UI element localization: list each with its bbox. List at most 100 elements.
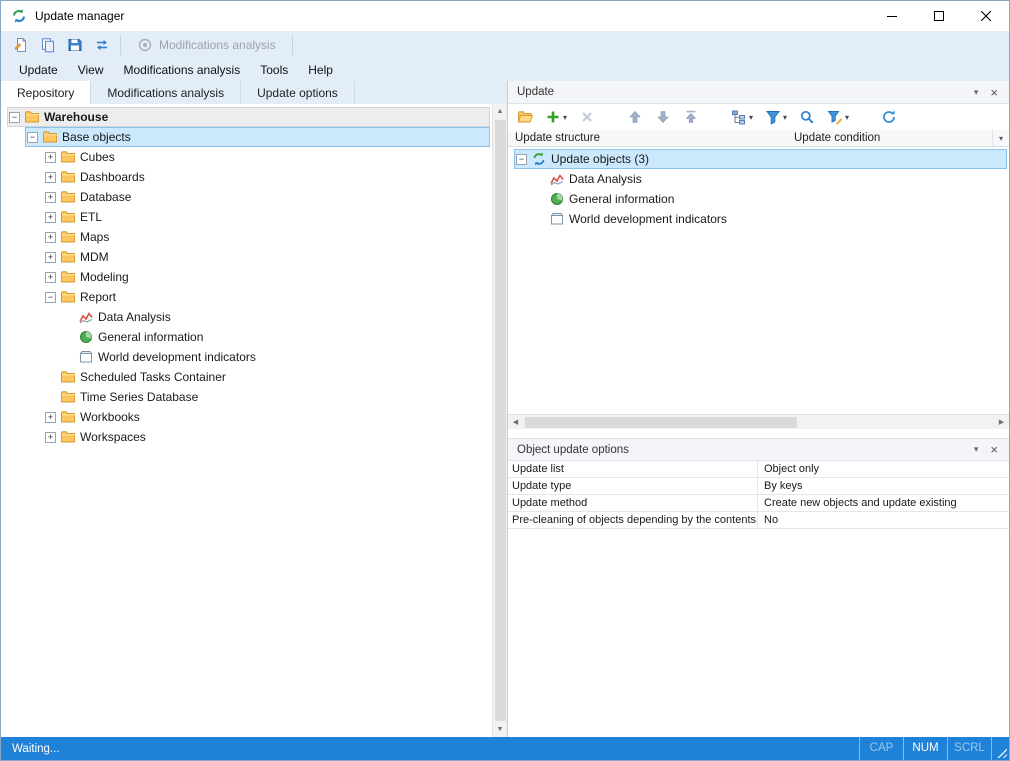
filter-button[interactable]: ▾ (762, 106, 790, 128)
move-up-button[interactable] (624, 106, 646, 128)
folder-icon (60, 149, 76, 165)
chart-icon (78, 309, 94, 325)
collapse-expander-icon[interactable]: − (9, 112, 20, 123)
folder-icon (60, 269, 76, 285)
open-folder-button[interactable] (514, 106, 536, 128)
scroll-left-icon[interactable]: ◀ (508, 418, 523, 426)
add-object-button[interactable]: ▾ (542, 106, 570, 128)
panel-close-icon[interactable]: × (985, 85, 1003, 100)
update-panel: Update ▾ × ▾▾▾▾ Update structure Update … (508, 81, 1009, 737)
panel-close-icon[interactable]: × (985, 442, 1003, 457)
tree-item-world-development-indicators[interactable]: World development indicators (1, 347, 492, 367)
expand-expander-icon[interactable]: + (45, 272, 56, 283)
filter-settings-button[interactable]: ▾ (824, 106, 852, 128)
expand-expander-icon[interactable]: + (45, 152, 56, 163)
menu-view[interactable]: View (68, 58, 114, 81)
tab-update-options[interactable]: Update options (241, 81, 355, 104)
tree-item-update-objects-3[interactable]: −Update objects (3) (508, 149, 1009, 169)
column-update-condition[interactable]: Update condition (790, 132, 992, 144)
panel-splitter[interactable] (508, 429, 1009, 438)
expand-expander-icon[interactable]: + (45, 192, 56, 203)
column-update-structure[interactable]: Update structure (508, 132, 790, 144)
tree-item-data-analysis[interactable]: Data Analysis (1, 307, 492, 327)
option-label: Pre-cleaning of objects depending by the… (508, 512, 758, 528)
resize-grip[interactable] (991, 737, 1009, 760)
tree-item-mdm[interactable]: +MDM (1, 247, 492, 267)
move-down-button[interactable] (652, 106, 674, 128)
column-headers: Update structure Update condition ▾ (508, 130, 1009, 147)
menu-tools[interactable]: Tools (250, 58, 298, 81)
tree-item-cubes[interactable]: +Cubes (1, 147, 492, 167)
dropdown-caret-icon[interactable]: ▾ (783, 113, 787, 122)
tab-modifications-analysis[interactable]: Modifications analysis (91, 81, 241, 104)
modifications-analysis-button: Modifications analysis (126, 33, 287, 56)
update-toolbar: ▾ ▾ ▾ ▾ (508, 104, 1009, 130)
tree-item-time-series-database[interactable]: Time Series Database (1, 387, 492, 407)
menu-modifications-analysis[interactable]: Modifications analysis (114, 58, 251, 81)
folder-icon (60, 189, 76, 205)
new-document-button[interactable] (7, 33, 34, 56)
tree-item-general-information[interactable]: General information (508, 189, 1009, 209)
maximize-button[interactable] (915, 1, 962, 31)
options-panel-title: Object update options (517, 444, 967, 456)
copy-button[interactable] (34, 33, 61, 56)
tree-item-label: Maps (80, 230, 109, 244)
panel-menu-caret-icon[interactable]: ▾ (967, 444, 986, 455)
refresh-button[interactable] (878, 106, 900, 128)
scroll-down-icon[interactable]: ▼ (493, 722, 508, 737)
collapse-expander-icon[interactable]: − (27, 132, 38, 143)
scrollbar-thumb[interactable] (525, 417, 797, 428)
option-value[interactable]: Create new objects and update existing (758, 495, 1009, 511)
structure-view-button[interactable]: ▾ (728, 106, 756, 128)
option-value[interactable]: By keys (758, 478, 1009, 494)
tree-item-warehouse[interactable]: −Warehouse (1, 107, 492, 127)
tree-item-workbooks[interactable]: +Workbooks (1, 407, 492, 427)
horizontal-scrollbar[interactable]: ◀ ▶ (508, 414, 1009, 429)
expand-expander-icon[interactable]: + (45, 252, 56, 263)
dropdown-caret-icon[interactable]: ▾ (845, 113, 849, 122)
tree-item-label: Time Series Database (80, 390, 198, 404)
tab-repository[interactable]: Repository (1, 81, 91, 104)
scrollbar-thumb[interactable] (495, 120, 506, 721)
expand-expander-icon[interactable]: + (45, 432, 56, 443)
minimize-button[interactable] (868, 1, 915, 31)
tree-item-scheduled-tasks-container[interactable]: Scheduled Tasks Container (1, 367, 492, 387)
collapse-expander-icon[interactable]: − (45, 292, 56, 303)
save-icon (67, 37, 83, 53)
close-button[interactable] (962, 1, 1009, 31)
collapse-expander-icon[interactable]: − (516, 154, 527, 165)
status-indicator-scrl: SCRL (947, 737, 991, 760)
object-update-options-table: Update listObject onlyUpdate typeBy keys… (508, 461, 1009, 737)
tree-item-dashboards[interactable]: +Dashboards (1, 167, 492, 187)
tree-item-workspaces[interactable]: +Workspaces (1, 427, 492, 447)
tree-item-database[interactable]: +Database (1, 187, 492, 207)
expand-expander-icon[interactable]: + (45, 212, 56, 223)
search-button[interactable] (796, 106, 818, 128)
scroll-up-icon[interactable]: ▲ (493, 104, 508, 119)
tree-item-etl[interactable]: +ETL (1, 207, 492, 227)
tree-item-base-objects[interactable]: −Base objects (1, 127, 492, 147)
option-value[interactable]: No (758, 512, 1009, 528)
menu-help[interactable]: Help (298, 58, 343, 81)
expand-expander-icon[interactable]: + (45, 172, 56, 183)
dropdown-caret-icon[interactable]: ▾ (749, 113, 753, 122)
panel-menu-caret-icon[interactable]: ▾ (967, 87, 986, 98)
option-value[interactable]: Object only (758, 461, 1009, 477)
move-to-top-button[interactable] (680, 106, 702, 128)
tree-item-maps[interactable]: + Maps (1, 227, 492, 247)
tree-item-world-development-indicators[interactable]: World development indicators (508, 209, 1009, 229)
scroll-right-icon[interactable]: ▶ (994, 418, 1009, 426)
save-button[interactable] (61, 33, 88, 56)
tree-item-report[interactable]: −Report (1, 287, 492, 307)
vertical-scrollbar[interactable]: ▲ ▼ (492, 104, 507, 737)
tree-item-data-analysis[interactable]: Data Analysis (508, 169, 1009, 189)
tree-item-modeling[interactable]: +Modeling (1, 267, 492, 287)
expand-expander-icon[interactable]: + (45, 412, 56, 423)
menu-update[interactable]: Update (9, 58, 68, 81)
dropdown-caret-icon[interactable]: ▾ (563, 113, 567, 122)
expand-expander-icon[interactable]: + (45, 232, 56, 243)
tree-item-general-information[interactable]: General information (1, 327, 492, 347)
update-button[interactable] (88, 33, 115, 56)
column-chooser-caret-icon[interactable]: ▾ (992, 130, 1009, 146)
folder-open-icon (517, 109, 533, 125)
